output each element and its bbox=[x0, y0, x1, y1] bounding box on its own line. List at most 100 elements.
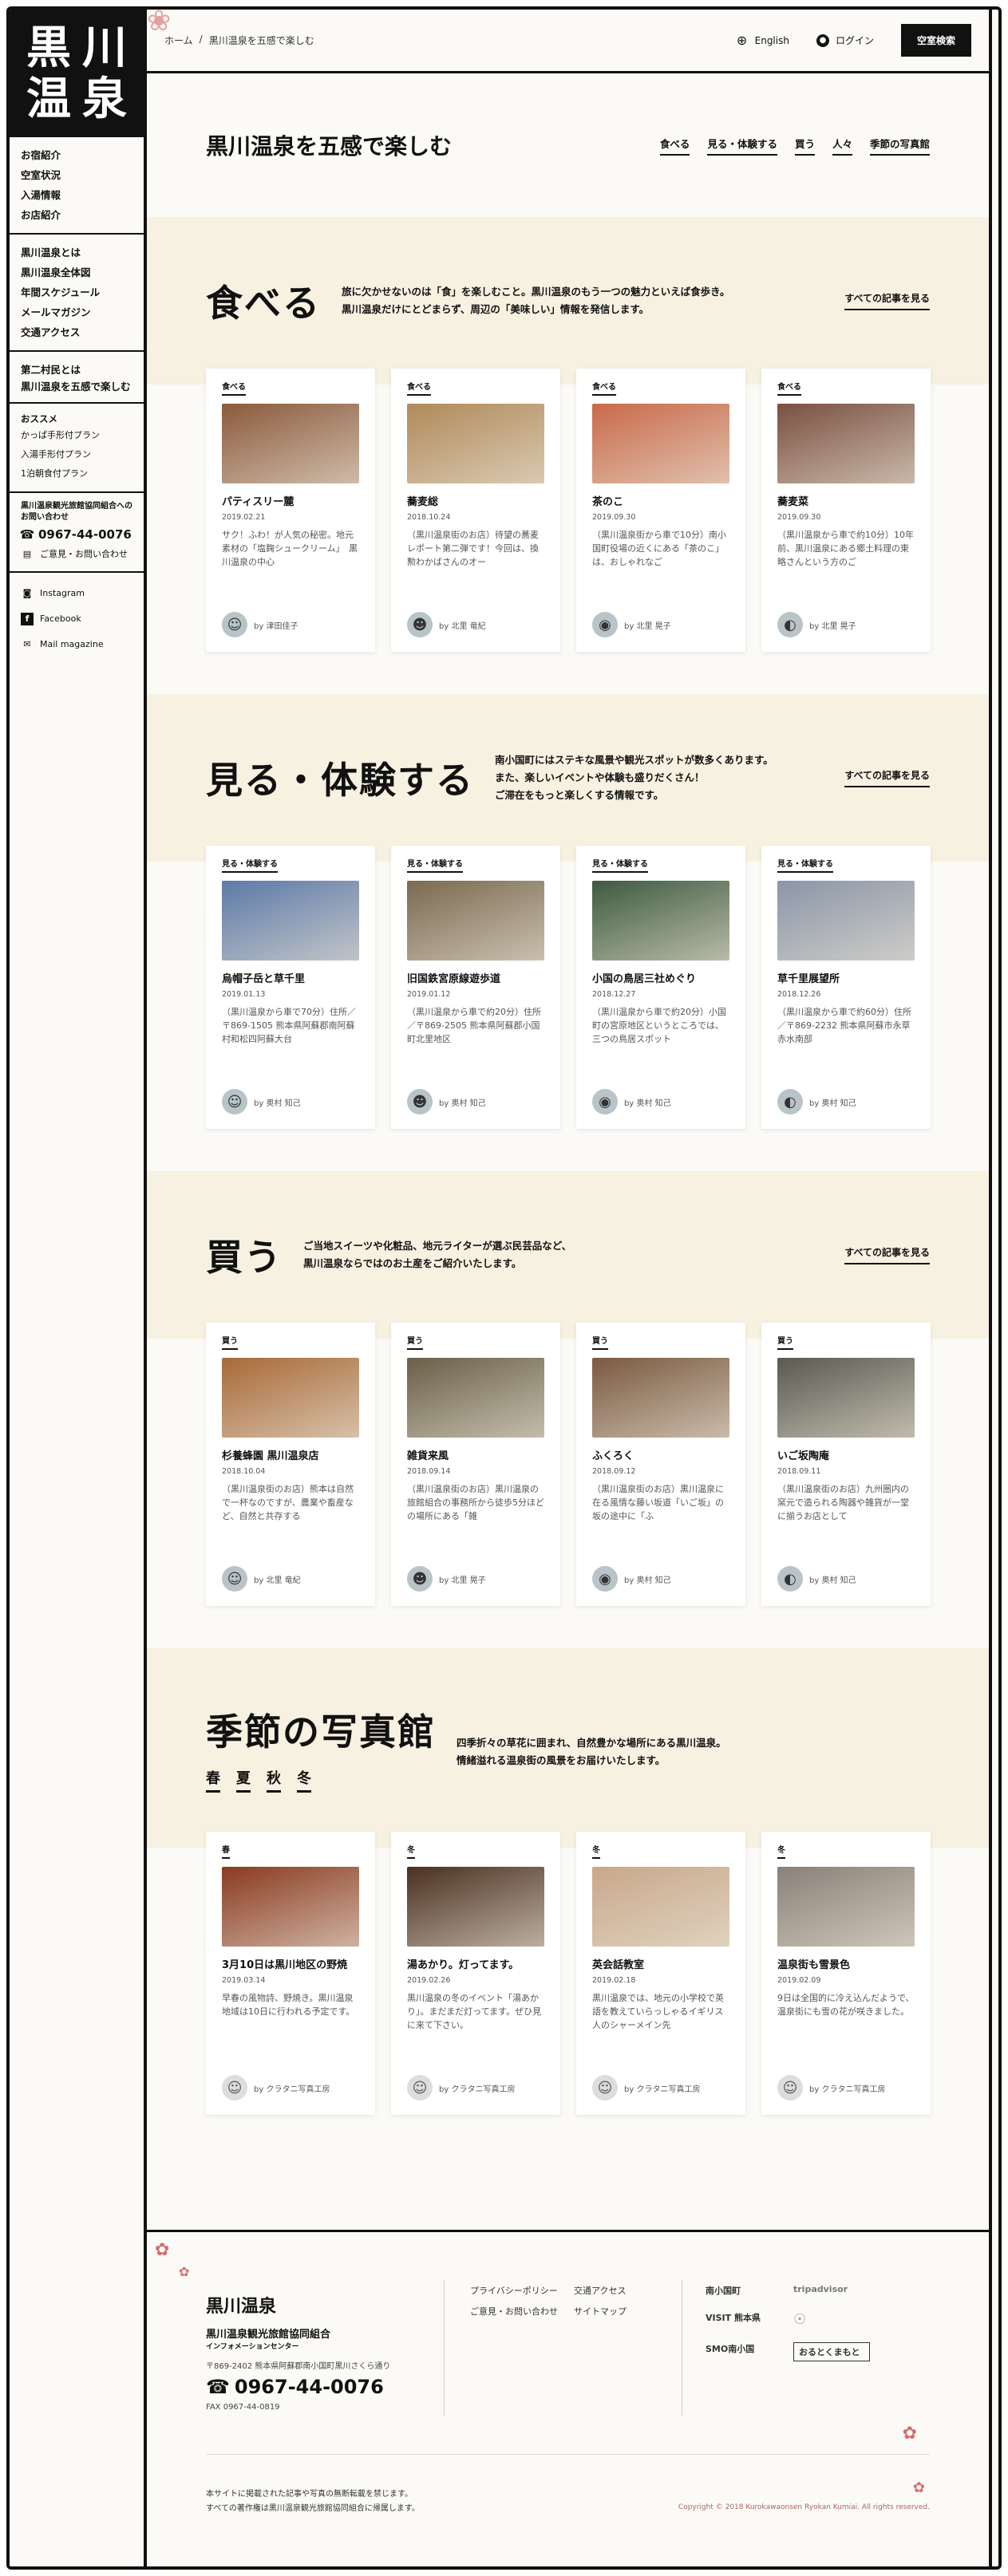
partner-logo-smo[interactable]: SMO南小国 bbox=[706, 2342, 793, 2361]
vacancy-search-button[interactable]: 空室検索 bbox=[900, 24, 971, 57]
sidebar-item-access[interactable]: 交通アクセス bbox=[21, 322, 132, 342]
card-author: ◐ by 奥村 知己 bbox=[777, 1089, 856, 1114]
card-thumbnail[interactable] bbox=[592, 404, 729, 483]
article-card[interactable]: 見る・体験する 旧国鉄宮原線遊歩道 2019.01.12 （黒川温泉から車で約20分）… bbox=[391, 846, 560, 1129]
card-thumbnail[interactable] bbox=[592, 1358, 729, 1438]
card-excerpt: （黒川温泉街のお店）黒川温泉の旅館組合の事務所から徒歩5分ほどの場所にある「雑 bbox=[407, 1484, 544, 1521]
site-logo[interactable]: 黒 川 温 泉 bbox=[10, 10, 144, 137]
partner-logo-visit-kumamoto[interactable]: VISIT 熊本県 bbox=[706, 2311, 793, 2328]
social-facebook[interactable]: f Facebook bbox=[21, 606, 132, 632]
sidebar-item-inns[interactable]: お宿紹介 bbox=[21, 145, 132, 165]
footer-phone[interactable]: ☎ 0967-44-0076 bbox=[206, 2376, 445, 2398]
card-title[interactable]: 蕎麦総 bbox=[407, 493, 544, 508]
article-card[interactable]: 見る・体験する 草千里展望所 2018.12.26 （黒川温泉から車で約60分）住所／… bbox=[761, 846, 931, 1129]
partner-logo-mark-icon[interactable]: ☉ bbox=[793, 2311, 881, 2328]
article-card[interactable]: 見る・体験する 小国の鳥居三社めぐり 2018.12.27 （黒川温泉から車で約20分… bbox=[576, 846, 745, 1129]
season-tab-summer[interactable]: 夏 bbox=[236, 1767, 251, 1793]
footer-logo[interactable]: 黒川温泉 bbox=[206, 2292, 445, 2318]
language-switch[interactable]: ⊕ English bbox=[736, 33, 789, 48]
sidebar-item-bathing[interactable]: 入湯情報 bbox=[21, 185, 132, 205]
card-thumbnail[interactable] bbox=[592, 881, 729, 961]
card-title[interactable]: 湯あかり。灯ってます。 bbox=[407, 1956, 544, 1971]
card-thumbnail[interactable] bbox=[222, 881, 359, 961]
article-card[interactable]: 食べる 蕎麦総 2018.10.24 （黒川温泉街のお店）待望の蕎麦レポート第二弾です… bbox=[391, 369, 560, 652]
footer-link-sitemap[interactable]: サイトマップ bbox=[574, 2305, 627, 2318]
article-card[interactable]: 買う 雑貨来風 2018.09.14 （黒川温泉街のお店）黒川温泉の旅館組合の事務所か… bbox=[391, 1323, 560, 1606]
see-all-link[interactable]: すべての記事を見る bbox=[844, 1245, 930, 1264]
article-card[interactable]: 買う いご坂陶庵 2018.09.11 （黒川温泉街のお店）九州圏内の窯元で造られる陶… bbox=[761, 1323, 931, 1606]
nav-eat[interactable]: 食べる bbox=[659, 136, 690, 156]
article-card[interactable]: 見る・体験する 烏帽子岳と草千里 2019.01.13 （黒川温泉から車で70分）住所… bbox=[206, 846, 375, 1129]
social-mail[interactable]: ✉ Mail magazine bbox=[21, 632, 132, 657]
card-title[interactable]: 3月10日は黒川地区の野焼 bbox=[222, 1956, 359, 1971]
article-card[interactable]: 冬湯あかり。灯ってます。 2019.02.26 黒川温泉の冬のイベント「湯あかり」。… bbox=[391, 1832, 560, 2115]
sidebar-item-second-villager[interactable]: 第二村民とは bbox=[21, 360, 132, 380]
sidebar-contact-link[interactable]: ▤ ご意見・お問い合わせ bbox=[21, 546, 132, 563]
sidebar-item-vacancy[interactable]: 空室状況 bbox=[21, 165, 132, 185]
card-thumbnail[interactable] bbox=[777, 404, 915, 483]
card-title[interactable]: 草千里展望所 bbox=[777, 970, 915, 985]
sidebar-item-about[interactable]: 黒川温泉とは bbox=[21, 243, 132, 262]
card-title[interactable]: 杉養蜂園 黒川温泉店 bbox=[222, 1447, 359, 1462]
card-thumbnail[interactable] bbox=[592, 1867, 729, 1947]
nav-photos[interactable]: 季節の写真館 bbox=[869, 136, 930, 156]
article-card[interactable]: 買う ふくろく 2018.09.12 （黒川温泉街のお店）黒川温泉に在る風情な藤い坂道… bbox=[576, 1323, 745, 1606]
article-card[interactable]: 食べる パティスリー麓 2019.02.21 サク！ふわ！が人気の秘密。地元素材の「塩… bbox=[206, 369, 375, 652]
author-name: by 奥村 知己 bbox=[254, 1099, 301, 1108]
see-all-link[interactable]: すべての記事を見る bbox=[844, 768, 930, 787]
sidebar-item-plan-bath[interactable]: 入湯手形付プラン bbox=[21, 445, 132, 464]
card-title[interactable]: ふくろく bbox=[592, 1447, 729, 1462]
footer-link-contact[interactable]: ご意見・お問い合わせ bbox=[470, 2305, 558, 2318]
sidebar-phone[interactable]: ☎ 0967-44-0076 bbox=[20, 523, 132, 546]
login-link[interactable]: ● ログイン bbox=[816, 34, 874, 47]
footer-link-access[interactable]: 交通アクセス bbox=[574, 2284, 627, 2297]
sidebar-item-schedule[interactable]: 年間スケジュール bbox=[21, 282, 132, 302]
footer-link-privacy[interactable]: プライバシーポリシー bbox=[470, 2284, 558, 2297]
article-card[interactable]: 春 3月10日は黒川地区の野焼 2019.03.14 早春の風物詩、野焼き。黒川温泉地… bbox=[206, 1832, 375, 2115]
sidebar-item-five-senses[interactable]: 黒川温泉を五感で楽しむ bbox=[21, 380, 132, 394]
card-title[interactable]: 英会話教室 bbox=[592, 1956, 729, 1971]
nav-people[interactable]: 人々 bbox=[832, 136, 852, 156]
card-thumbnail[interactable] bbox=[407, 881, 544, 961]
card-title[interactable]: パティスリー麓 bbox=[222, 493, 359, 508]
card-title[interactable]: 蕎麦菜 bbox=[777, 493, 915, 508]
card-thumbnail[interactable] bbox=[777, 1358, 915, 1438]
article-card[interactable]: 買う 杉養蜂園 黒川温泉店 2018.10.04 （黒川温泉街のお店）熊本は自然で一杯… bbox=[206, 1323, 375, 1606]
card-thumbnail[interactable] bbox=[222, 1358, 359, 1438]
season-tab-autumn[interactable]: 秋 bbox=[267, 1767, 281, 1793]
card-thumbnail[interactable] bbox=[777, 1867, 915, 1947]
sidebar-item-map[interactable]: 黒川温泉全体図 bbox=[21, 262, 132, 282]
card-thumbnail[interactable] bbox=[407, 1358, 544, 1438]
social-instagram[interactable]: ◙ Instagram bbox=[21, 581, 132, 606]
nav-see[interactable]: 見る・体験する bbox=[707, 136, 777, 156]
sidebar-item-plan-breakfast[interactable]: 1泊朝食付プラン bbox=[21, 464, 132, 483]
card-title[interactable]: 温泉街も雪景色 bbox=[777, 1956, 915, 1971]
section-title: 季節の写真館 bbox=[206, 1710, 436, 1753]
partner-logo-tripadvisor[interactable]: tripadvisor bbox=[793, 2284, 881, 2297]
card-thumbnail[interactable] bbox=[222, 404, 359, 483]
season-tab-winter[interactable]: 冬 bbox=[297, 1767, 311, 1793]
card-title[interactable]: 旧国鉄宮原線遊歩道 bbox=[407, 970, 544, 985]
article-card[interactable]: 冬英会話教室 2019.02.18 黒川温泉では、地元の小学校で英語を教えていらっし… bbox=[576, 1832, 745, 2115]
season-tab-spring[interactable]: 春 bbox=[206, 1767, 220, 1793]
card-title[interactable]: 茶のこ bbox=[592, 493, 729, 508]
nav-buy[interactable]: 買う bbox=[794, 136, 815, 156]
card-title[interactable]: 小国の鳥居三社めぐり bbox=[592, 970, 729, 985]
card-thumbnail[interactable] bbox=[407, 404, 544, 483]
card-title[interactable]: 烏帽子岳と草千里 bbox=[222, 970, 359, 985]
card-thumbnail[interactable] bbox=[407, 1867, 544, 1947]
sidebar-item-shops[interactable]: お店紹介 bbox=[21, 205, 132, 225]
card-thumbnail[interactable] bbox=[222, 1867, 359, 1947]
card-thumbnail[interactable] bbox=[777, 881, 915, 961]
sidebar-item-plan-kappa[interactable]: かっぱ手形付プラン bbox=[21, 426, 132, 445]
sidebar-item-newsletter[interactable]: メールマガジン bbox=[21, 302, 132, 322]
card-title[interactable]: 雑貨来風 bbox=[407, 1447, 544, 1462]
partner-logo-orutoku[interactable]: おるとくまもと bbox=[793, 2342, 870, 2361]
article-card[interactable]: 食べる 茶のこ 2019.09.30 （黒川温泉街から車で10分）南小国町役場の近くに… bbox=[576, 369, 745, 652]
article-card[interactable]: 食べる 蕎麦菜 2019.09.30 （黒川温泉から車で約10分）10年前、黒川温泉に… bbox=[761, 369, 931, 652]
card-title[interactable]: いご坂陶庵 bbox=[777, 1447, 915, 1462]
article-card[interactable]: 冬温泉街も雪景色 2019.02.09 9日は全国的に冷え込んだようで、温泉街にも雪… bbox=[761, 1832, 931, 2115]
sidebar-group-about: 黒川温泉とは 黒川温泉全体図 年間スケジュール メールマガジン 交通アクセス bbox=[10, 235, 144, 352]
see-all-link[interactable]: すべての記事を見る bbox=[844, 291, 930, 310]
partner-logo-minamioguni[interactable]: 南小国町 bbox=[706, 2284, 793, 2297]
